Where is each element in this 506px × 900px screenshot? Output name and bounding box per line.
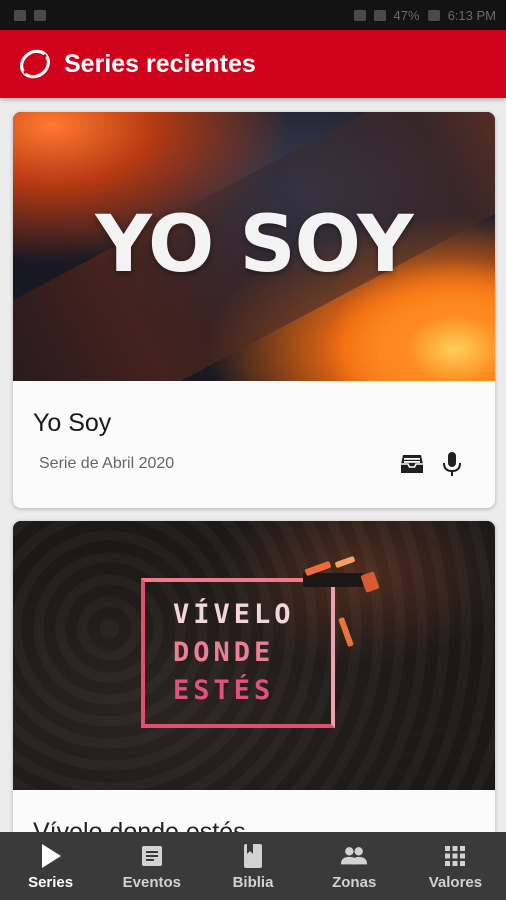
brand-logo-icon [20,49,50,79]
cover-line-2: DONDE [173,637,275,668]
status-time: 6:13 PM [447,7,496,23]
series-title: Yo Soy [33,409,112,437]
app-screen: 47% 6:13 PM Series recientes YO SOY Yo S… [0,0,506,900]
download-icon [34,9,46,21]
series-card-vivelo[interactable]: VÍVELO DONDE ESTÉS Vívelo donde estés [13,521,495,832]
page-title: Series recientes [64,49,256,78]
series-title: Vívelo donde estés [33,818,246,832]
nav-item-zonas[interactable]: Zonas [304,832,405,900]
nav-item-biblia[interactable]: Biblia [202,832,303,900]
battery-icon [427,9,440,21]
status-bar: 47% 6:13 PM [0,0,506,30]
series-subtitle: Serie de Abril 2020 [39,455,175,472]
series-card-yo-soy[interactable]: YO SOY Yo Soy Serie de Abril 2020 [13,112,495,508]
nav-label: Valores [428,873,483,891]
series-cover-image[interactable]: VÍVELO DONDE ESTÉS [13,521,495,790]
card-actions [399,451,465,477]
cover-line-3: ESTÉS [173,675,275,706]
people-icon [340,842,368,870]
nav-label: Biblia [232,873,274,891]
wifi-icon [373,9,386,21]
cover-title-text: YO SOY [95,200,413,290]
cover-line-1: VÍVELO [173,599,295,630]
status-left [14,9,46,21]
status-right: 47% 6:13 PM [353,7,496,23]
notification-icon [14,9,26,21]
microphone-icon[interactable] [439,451,465,477]
nav-item-valores[interactable]: Valores [405,832,506,900]
nav-label: Eventos [122,873,181,891]
play-icon [37,842,65,870]
series-cover-image[interactable]: YO SOY [13,112,495,381]
book-icon [239,842,267,870]
card-body: Yo Soy Serie de Abril 2020 [13,381,495,508]
nav-item-series[interactable]: Series [0,832,101,900]
nav-label: Series [28,873,74,891]
battery-percent: 47% [393,7,420,23]
article-icon [138,842,166,870]
bottom-navigation: Series Eventos Biblia Zonas Valores [0,832,506,900]
nav-label: Zonas [332,873,377,891]
cover-frame-gap [303,573,363,587]
series-list[interactable]: YO SOY Yo Soy Serie de Abril 2020 VÍVELO… [0,98,506,832]
nav-item-eventos[interactable]: Eventos [101,832,202,900]
card-body: Vívelo donde estés [13,790,495,832]
app-header: Series recientes [0,30,506,98]
grid-icon [441,842,469,870]
signal-icon [353,9,366,21]
inbox-icon[interactable] [399,451,425,477]
